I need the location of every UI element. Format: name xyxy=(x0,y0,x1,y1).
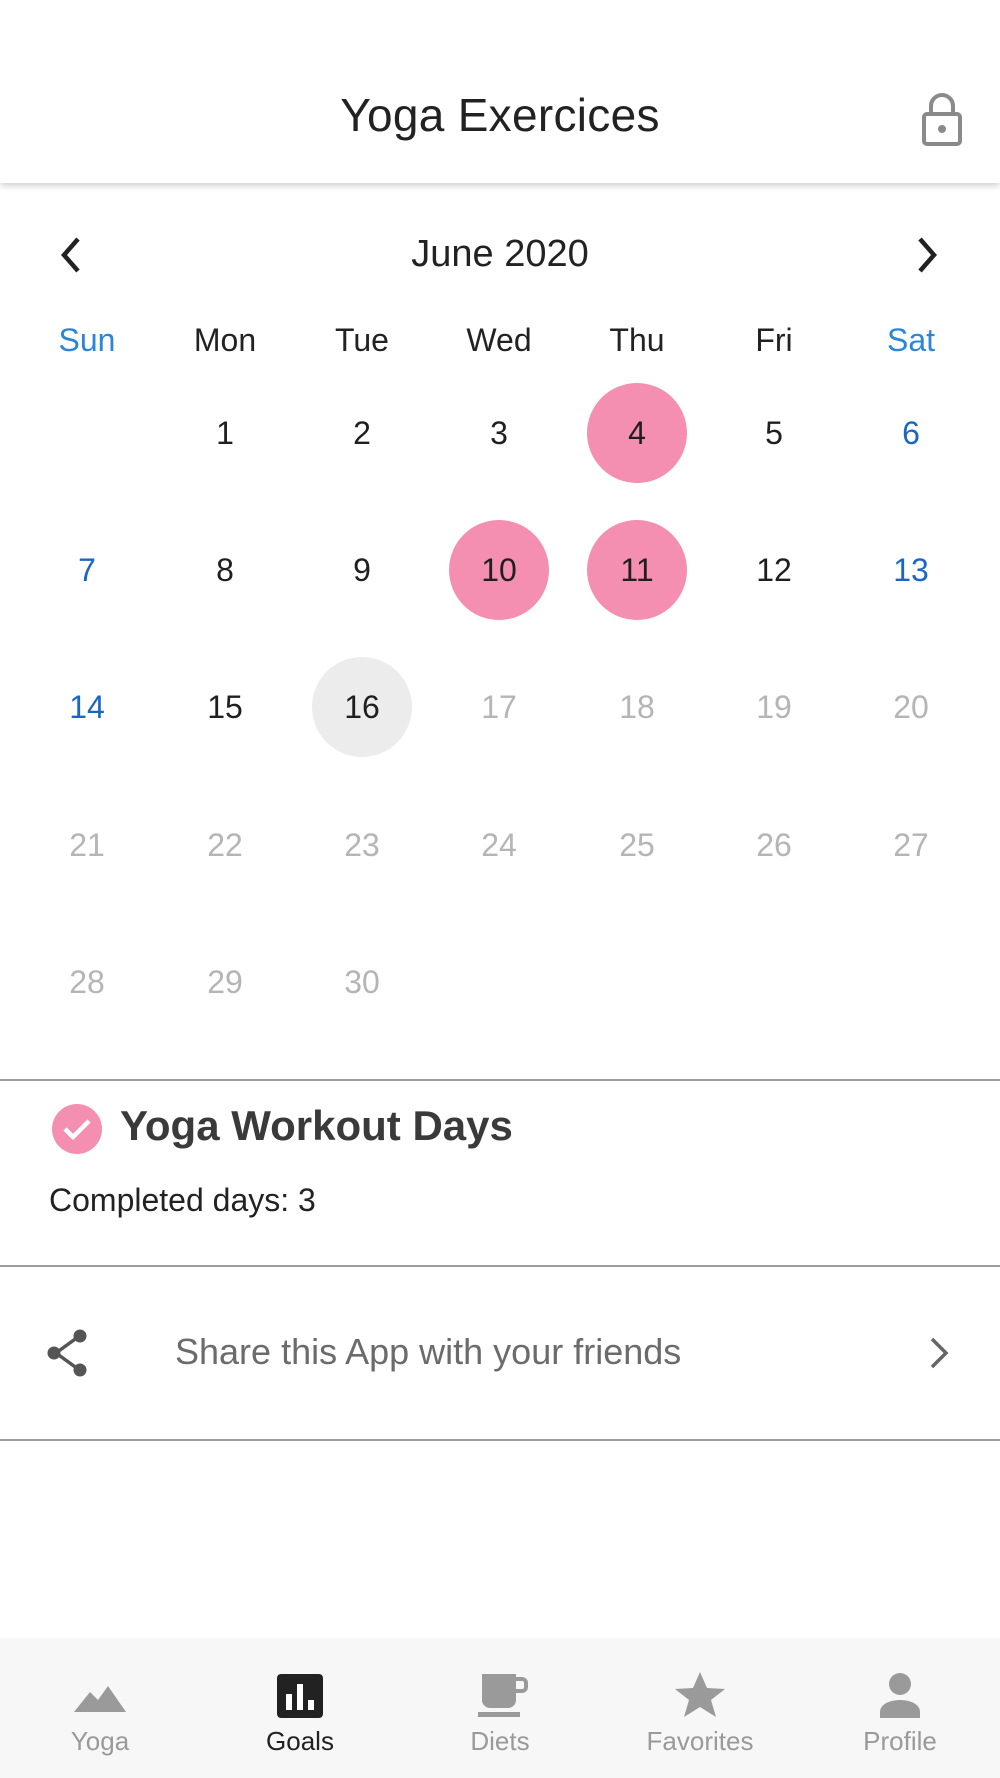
goal-section: Yoga Workout Days Completed days: 3 xyxy=(0,1082,1000,1264)
calendar-day[interactable]: 26 xyxy=(724,795,824,895)
calendar-day[interactable]: 13 xyxy=(861,520,961,620)
nav-label: Diets xyxy=(470,1726,530,1756)
calendar-day[interactable]: 7 xyxy=(37,520,137,620)
calendar-day[interactable]: 5 xyxy=(724,383,824,483)
divider xyxy=(0,1439,1000,1441)
calendar-day[interactable]: 9 xyxy=(312,520,412,620)
person-icon xyxy=(870,1670,930,1722)
weekday-header-row: Sun Mon Tue Wed Thu Fri Sat xyxy=(0,322,1000,366)
calendar-day[interactable]: 24 xyxy=(449,795,549,895)
calendar-day[interactable]: 18 xyxy=(587,657,687,757)
month-label: June 2020 xyxy=(411,233,589,275)
calendar-day[interactable]: 1 xyxy=(175,383,275,483)
calendar-day[interactable]: 28 xyxy=(37,932,137,1032)
chevron-right-icon[interactable] xyxy=(902,225,952,285)
calendar-day[interactable]: 22 xyxy=(175,795,275,895)
calendar-day[interactable]: 11 xyxy=(587,520,687,620)
nav-item-goals[interactable]: Goals xyxy=(200,1638,400,1778)
calendar-day[interactable]: 15 xyxy=(175,657,275,757)
nav-item-favorites[interactable]: Favorites xyxy=(600,1638,800,1778)
weekday-label: Fri xyxy=(755,322,793,358)
weekday-label: Mon xyxy=(193,322,257,358)
calendar-day[interactable]: 6 xyxy=(861,383,961,483)
star-icon xyxy=(670,1670,730,1722)
calendar-day[interactable]: 2 xyxy=(312,383,412,483)
share-label: Share this App with your friends xyxy=(175,1331,682,1372)
calendar-day[interactable]: 17 xyxy=(449,657,549,757)
bar-chart-icon xyxy=(270,1670,330,1722)
nav-label: Profile xyxy=(863,1726,937,1756)
nav-item-yoga[interactable]: Yoga xyxy=(0,1638,200,1778)
goal-title: Yoga Workout Days xyxy=(120,1102,513,1149)
calendar-day[interactable]: 16 xyxy=(312,657,412,757)
nav-label: Yoga xyxy=(70,1726,130,1756)
calendar-day[interactable]: 10 xyxy=(449,520,549,620)
calendar-day[interactable]: 27 xyxy=(861,795,961,895)
coffee-cup-icon xyxy=(470,1670,530,1722)
weekday-label: Sat xyxy=(886,322,936,358)
calendar-day[interactable]: 29 xyxy=(175,932,275,1032)
calendar-day[interactable]: 20 xyxy=(861,657,961,757)
calendar-header: June 2020 xyxy=(0,225,1000,285)
calendar-day[interactable]: 19 xyxy=(724,657,824,757)
page-title: Yoga Exercices xyxy=(340,89,660,141)
calendar-day[interactable]: 14 xyxy=(37,657,137,757)
mountain-icon xyxy=(70,1670,130,1722)
share-icon xyxy=(42,1327,94,1379)
nav-label: Favorites xyxy=(646,1726,754,1756)
weekday-label: Sun xyxy=(58,322,116,358)
weekday-label: Thu xyxy=(609,322,665,358)
app-bar: Yoga Exercices xyxy=(0,0,1000,183)
calendar-day[interactable]: 12 xyxy=(724,520,824,620)
calendar-day[interactable]: 23 xyxy=(312,795,412,895)
completed-days-count: Completed days: 3 xyxy=(49,1182,316,1218)
calendar-day[interactable]: 8 xyxy=(175,520,275,620)
bottom-navigation: Yoga Goals Diets Favorites Profile xyxy=(0,1638,1000,1778)
nav-item-diets[interactable]: Diets xyxy=(400,1638,600,1778)
weekday-label: Tue xyxy=(335,322,389,358)
calendar-day[interactable]: 4 xyxy=(587,383,687,483)
calendar-day[interactable]: 25 xyxy=(587,795,687,895)
share-app-row[interactable]: Share this App with your friends xyxy=(0,1267,1000,1439)
calendar-day[interactable]: 21 xyxy=(37,795,137,895)
nav-label: Goals xyxy=(266,1726,334,1756)
divider xyxy=(0,1079,1000,1081)
chevron-right-icon xyxy=(920,1333,960,1373)
weekday-label: Wed xyxy=(466,322,532,358)
calendar-day[interactable]: 30 xyxy=(312,932,412,1032)
lock-icon[interactable] xyxy=(912,88,972,148)
check-circle-icon xyxy=(52,1104,102,1154)
nav-item-profile[interactable]: Profile xyxy=(800,1638,1000,1778)
calendar-day[interactable]: 3 xyxy=(449,383,549,483)
